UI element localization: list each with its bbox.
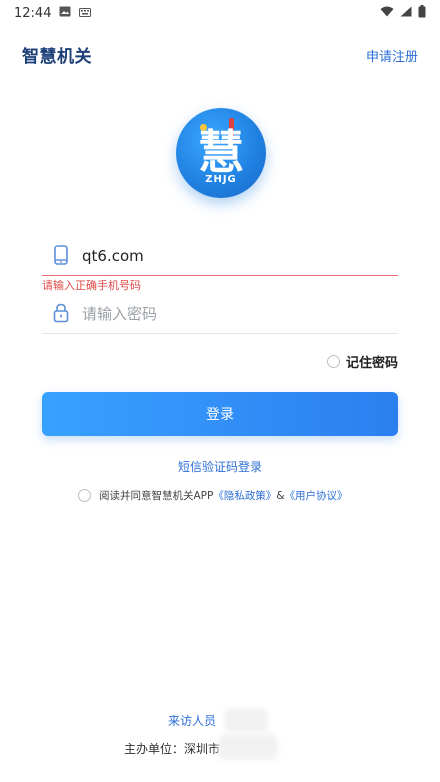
register-link[interactable]: 申请注册 bbox=[366, 46, 418, 65]
remember-label: 记住密码 bbox=[345, 356, 398, 371]
lock-icon bbox=[52, 303, 70, 323]
app-title: 智慧机关 bbox=[22, 47, 92, 67]
redaction-blur bbox=[224, 708, 268, 732]
phone-input[interactable] bbox=[80, 242, 384, 270]
header: 智慧机关 申请注册 bbox=[0, 36, 440, 72]
host-organization: 主办单位：深圳市 bbox=[124, 742, 221, 756]
phone-error-text: 请输入正确手机号码 bbox=[42, 279, 141, 292]
status-left: 12:44 bbox=[14, 5, 92, 21]
password-input[interactable] bbox=[80, 300, 384, 328]
visitor-link[interactable]: 来访人员 bbox=[168, 712, 216, 729]
status-right bbox=[380, 4, 426, 22]
image-notification-icon bbox=[59, 6, 71, 21]
phone-icon bbox=[52, 245, 70, 265]
redaction-blur bbox=[218, 734, 278, 760]
phone-field bbox=[42, 236, 398, 276]
agreement-prefix: 阅读并同意智慧机关APP bbox=[99, 490, 214, 502]
password-field bbox=[42, 294, 398, 334]
user-agreement-link[interactable]: 《用户协议》 bbox=[285, 490, 348, 502]
agreement-row: 阅读并同意智慧机关APP《隐私政策》&《用户协议》 bbox=[78, 488, 348, 503]
remember-radio[interactable] bbox=[326, 355, 340, 368]
privacy-policy-link[interactable]: 《隐私政策》 bbox=[213, 490, 276, 502]
signal-icon bbox=[400, 6, 412, 21]
sms-login-link[interactable]: 短信验证码登录 bbox=[0, 458, 440, 475]
wifi-icon bbox=[380, 6, 394, 21]
logo-abbreviation: ZHJG bbox=[205, 174, 237, 185]
agreement-text: 阅读并同意智慧机关APP《隐私政策》&《用户协议》 bbox=[99, 488, 348, 503]
status-time: 12:44 bbox=[14, 5, 52, 21]
login-button[interactable]: 登录 bbox=[42, 392, 398, 436]
logo-character: 慧 bbox=[198, 125, 244, 179]
keyboard-notification-icon bbox=[79, 6, 92, 21]
battery-icon bbox=[418, 4, 426, 22]
agreement-joiner: & bbox=[276, 490, 285, 502]
status-bar: 12:44 bbox=[0, 0, 440, 26]
remember-password-toggle[interactable]: 记住密码 bbox=[326, 352, 398, 371]
agreement-radio[interactable] bbox=[78, 489, 91, 502]
app-logo: 慧 ZHJG bbox=[176, 108, 266, 198]
